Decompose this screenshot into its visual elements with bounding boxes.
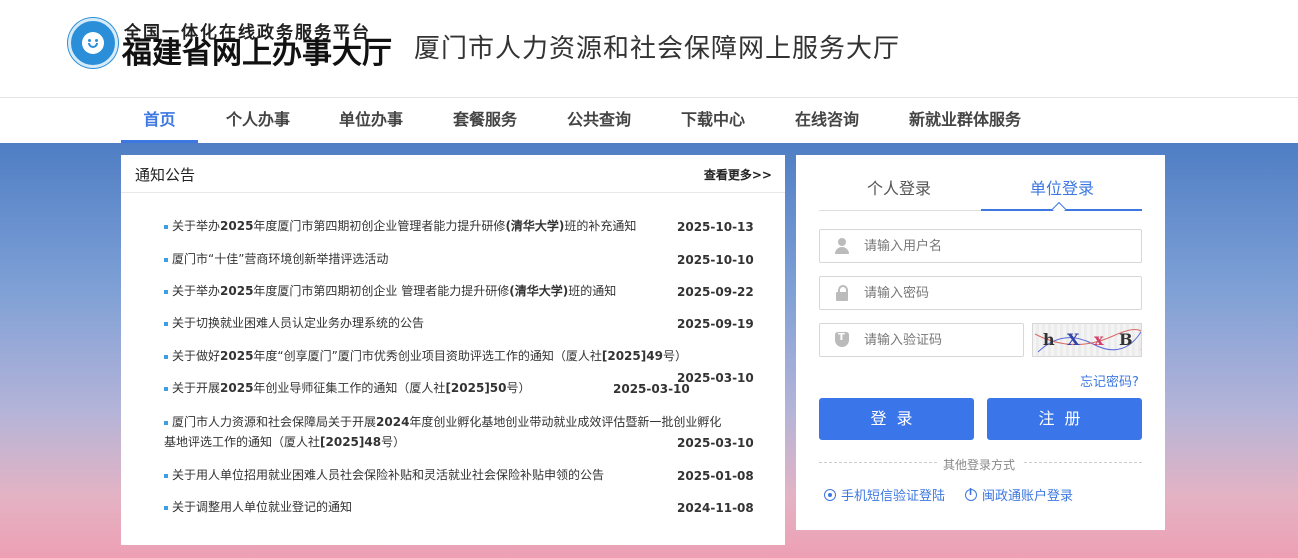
nav-online-consult[interactable]: 在线咨询 (789, 98, 865, 143)
notice-header: 通知公告 查看更多>> (121, 155, 785, 193)
notice-date: 2025-10-10 (677, 253, 754, 267)
password-input[interactable] (864, 277, 1124, 309)
bullet-icon (164, 420, 168, 425)
notice-more-link[interactable]: 查看更多>> (704, 166, 772, 183)
notice-item[interactable]: 关于举办2025年度厦门市第四期初创企业 管理者能力提升研修(清华大学)班的通知 (164, 281, 616, 301)
shield-icon (835, 332, 849, 347)
nav-home[interactable]: 首页 (121, 98, 198, 143)
smiley-emblem-icon[interactable] (68, 18, 118, 68)
nav-public-query[interactable]: 公共查询 (561, 98, 637, 143)
notice-title: 通知公告 (135, 166, 196, 184)
username-field[interactable] (819, 229, 1142, 263)
bullet-icon (164, 386, 168, 391)
forgot-password-link[interactable]: 忘记密码? (1080, 371, 1139, 390)
tab-caret-icon (1051, 201, 1067, 217)
sms-login-link[interactable]: 手机短信验证登陆 (824, 485, 945, 504)
bullet-icon (164, 321, 168, 326)
captcha-field[interactable] (819, 323, 1024, 357)
notice-item[interactable]: 关于调整用人单位就业登记的通知 (164, 497, 352, 517)
notice-item[interactable]: 厦门市“十佳”营商环境创新举措评选活动 (164, 249, 388, 269)
notice-item[interactable]: 关于做好2025年度“创享厦门”厦门市优秀创业项目资助评选工作的通知（厦人社[2… (164, 346, 687, 366)
captcha-char: B (1119, 330, 1133, 349)
login-panel: 个人登录 单位登录 h X x B 忘记密码? 登录 注册 其他登录方式 手机短… (796, 155, 1165, 530)
nav-personal-affairs[interactable]: 个人办事 (220, 98, 296, 143)
notice-item[interactable]: 关于举办2025年度厦门市第四期初创企业管理者能力提升研修(清华大学)班的补充通… (164, 216, 636, 236)
notice-date: 2025-10-13 (677, 220, 754, 234)
mzt-login-link[interactable]: 闽政通账户登录 (965, 485, 1073, 504)
password-field[interactable] (819, 276, 1142, 310)
bullet-icon (164, 473, 168, 478)
nav-unit-affairs[interactable]: 单位办事 (333, 98, 409, 143)
notice-item[interactable]: 厦门市人力资源和社会保障局关于开展2024年度创业孵化基地创业带动就业成效评估暨… (164, 412, 721, 432)
header: 全国一体化在线政务服务平台 福建省网上办事大厅 厦门市人力资源和社会保障网上服务… (0, 0, 1298, 97)
tab-personal-login[interactable]: 个人登录 (867, 175, 931, 199)
sms-icon (824, 489, 836, 501)
captcha-char: x (1094, 330, 1104, 349)
captcha-char: h (1043, 330, 1055, 349)
register-button[interactable]: 注册 (987, 398, 1142, 440)
captcha-input[interactable] (864, 324, 1014, 356)
divider-right (1024, 462, 1142, 463)
bullet-icon (164, 224, 168, 229)
info-icon (965, 488, 977, 501)
nav-package-service[interactable]: 套餐服务 (447, 98, 523, 143)
user-icon (834, 238, 850, 254)
notice-date: 2024-11-08 (677, 501, 754, 515)
notice-date: 2025-09-22 (677, 285, 754, 299)
notice-date: 2025-03-10 (677, 436, 754, 450)
site-title: 厦门市人力资源和社会保障网上服务大厅 (414, 34, 901, 64)
notice-item[interactable]: 关于开展2025年创业导师征集工作的通知（厦人社[2025]50号） (164, 378, 531, 398)
nav-download-center[interactable]: 下载中心 (675, 98, 751, 143)
captcha-image[interactable]: h X x B (1032, 323, 1142, 357)
notice-date: 2025-03-10 (613, 382, 690, 396)
notice-item[interactable]: 关于切换就业困难人员认定业务办理系统的公告 (164, 313, 424, 333)
main-nav: 首页 个人办事 单位办事 套餐服务 公共查询 下载中心 在线咨询 新就业群体服务 (0, 97, 1298, 143)
nav-new-employment-group[interactable]: 新就业群体服务 (903, 98, 1027, 143)
notice-item[interactable]: 关于用人单位招用就业困难人员社会保险补贴和灵活就业社会保险补贴申领的公告 (164, 465, 604, 485)
notice-item-continued[interactable]: 基地评选工作的通知（厦人社[2025]48号） (164, 432, 405, 452)
bullet-icon (164, 257, 168, 262)
login-button[interactable]: 登录 (819, 398, 974, 440)
logo-title[interactable]: 福建省网上办事大厅 (122, 37, 392, 71)
divider-left (819, 462, 937, 463)
notice-panel: 通知公告 查看更多>> 关于举办2025年度厦门市第四期初创企业管理者能力提升研… (121, 155, 785, 545)
other-login-label: 其他登录方式 (943, 458, 1016, 472)
notice-date: 2025-01-08 (677, 469, 754, 483)
bullet-icon (164, 354, 168, 359)
bullet-icon (164, 505, 168, 510)
bullet-icon (164, 289, 168, 294)
lock-icon (834, 285, 850, 301)
notice-date: 2025-09-19 (677, 317, 754, 331)
tab-unit-login[interactable]: 单位登录 (1030, 175, 1094, 199)
captcha-char: X (1067, 330, 1080, 349)
username-input[interactable] (864, 230, 1124, 262)
